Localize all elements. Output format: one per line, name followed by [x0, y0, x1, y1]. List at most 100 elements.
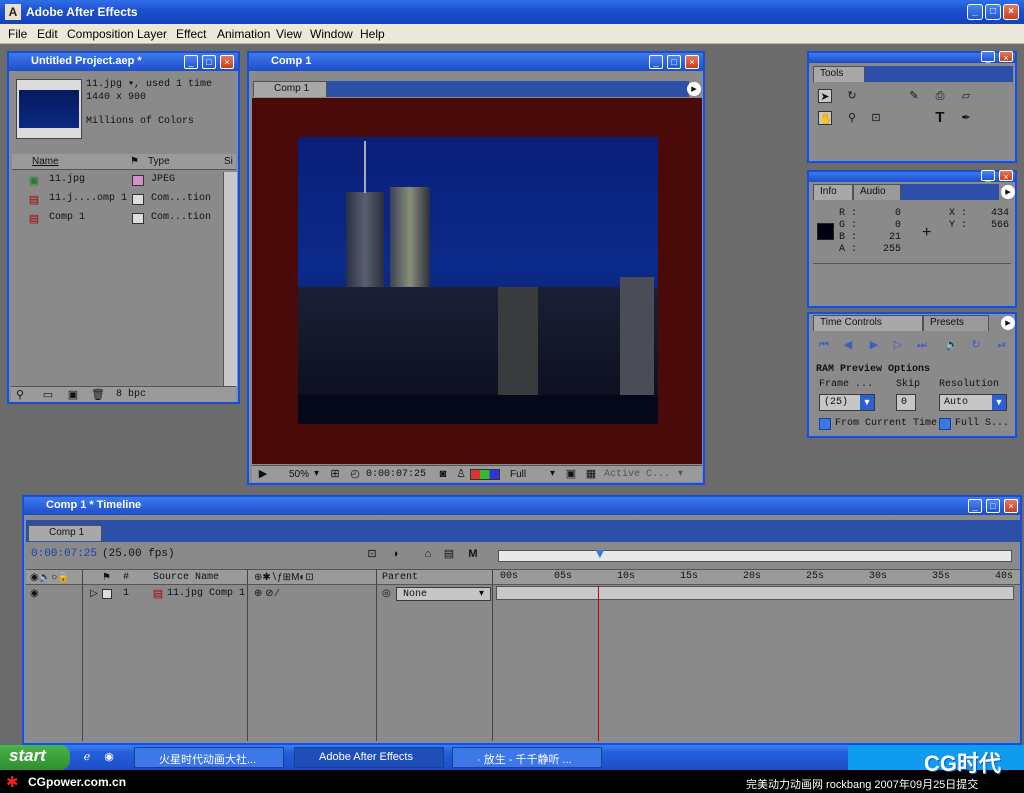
- current-time-indicator[interactable]: ▼: [593, 546, 607, 565]
- hand-tool-icon[interactable]: ✋: [818, 111, 833, 125]
- next-frame-icon[interactable]: ▷: [891, 338, 905, 352]
- resolution-preview-dropdown[interactable]: Auto ▼: [939, 394, 1007, 411]
- parent-dropdown[interactable]: None ▾: [396, 587, 491, 601]
- menu-effect[interactable]: Effect: [176, 27, 206, 41]
- motion-blur-icon[interactable]: M: [466, 547, 480, 561]
- project-list-item[interactable]: ▤ 11.j....omp 1 Com...tion: [12, 191, 222, 208]
- project-list-item[interactable]: ▣ 11.jpg JPEG: [12, 172, 222, 189]
- draft-3d-icon[interactable]: ⌂: [421, 547, 435, 561]
- timeline-current-time[interactable]: 0:00:07:25: [31, 548, 97, 560]
- presets-tab[interactable]: Presets: [923, 315, 989, 331]
- menu-help[interactable]: Help: [360, 27, 385, 41]
- start-button[interactable]: start: [0, 745, 70, 770]
- header-size[interactable]: Si: [224, 156, 233, 167]
- menu-view[interactable]: View: [276, 27, 302, 41]
- rotation-tool-icon[interactable]: ↻: [845, 89, 859, 103]
- menu-window[interactable]: Window: [310, 27, 353, 41]
- clone-stamp-tool-icon[interactable]: ⎙: [933, 89, 947, 103]
- timeline-close-button[interactable]: ×: [1004, 499, 1018, 513]
- bpc-label[interactable]: 8 bpc: [116, 389, 146, 400]
- resolution-dropdown[interactable]: Full: [510, 469, 526, 480]
- panel-menu-icon[interactable]: ▸: [687, 82, 701, 96]
- info-minimize-button[interactable]: _: [981, 170, 995, 182]
- frame-blending-icon[interactable]: ▤: [442, 547, 456, 561]
- comp-close-button[interactable]: ×: [685, 55, 699, 69]
- comp-flowchart-icon[interactable]: ⊡: [365, 547, 379, 561]
- full-screen-checkbox[interactable]: [939, 418, 951, 430]
- pick-whip-icon[interactable]: ◎: [382, 588, 391, 599]
- region-of-interest-icon[interactable]: ▣: [564, 467, 578, 481]
- panel-menu-icon[interactable]: ▸: [1001, 316, 1015, 330]
- minimize-button[interactable]: _: [967, 4, 983, 20]
- project-minimize-button[interactable]: _: [184, 55, 198, 69]
- find-icon[interactable]: ⚲: [13, 388, 27, 402]
- comp-tab[interactable]: Comp 1: [253, 81, 327, 97]
- menu-animation[interactable]: Animation: [217, 27, 270, 41]
- ie-icon[interactable]: ℯ: [80, 750, 94, 764]
- new-folder-icon[interactable]: ▭: [41, 388, 55, 402]
- skip-field[interactable]: 0: [896, 394, 916, 411]
- quicklaunch-icon[interactable]: ◉: [102, 750, 116, 764]
- playhead-line[interactable]: [598, 586, 599, 741]
- project-maximize-button[interactable]: □: [202, 55, 216, 69]
- snapshot-icon[interactable]: ◙: [436, 467, 450, 481]
- ram-preview-icon[interactable]: ⏯: [995, 338, 1009, 352]
- comp-minimize-button[interactable]: _: [649, 55, 663, 69]
- layer-duration-bar[interactable]: [496, 586, 1014, 600]
- transparency-grid-icon[interactable]: ▦: [584, 467, 598, 481]
- layer-switches[interactable]: ⊕ ⊘ ∕: [254, 588, 278, 599]
- timeline-minimize-button[interactable]: _: [968, 499, 982, 513]
- zoom-dropdown[interactable]: 50%: [289, 469, 309, 480]
- layer-name[interactable]: 11.jpg Comp 1: [167, 588, 245, 599]
- column-divider[interactable]: [82, 569, 83, 741]
- text-tool-icon[interactable]: T: [933, 110, 947, 125]
- new-comp-icon[interactable]: ▣: [66, 388, 80, 402]
- menu-layer[interactable]: Layer: [137, 27, 167, 41]
- last-frame-icon[interactable]: ⏭: [915, 338, 929, 352]
- header-type[interactable]: Type: [148, 156, 170, 167]
- menu-file[interactable]: File: [8, 27, 27, 41]
- trash-icon[interactable]: 🗑: [91, 388, 105, 402]
- comp-maximize-button[interactable]: □: [667, 55, 681, 69]
- work-area-bar[interactable]: [498, 550, 1012, 562]
- time-ruler[interactable]: 00s 05s 10s 15s 20s 25s 30s 35s 40s: [496, 569, 1014, 585]
- audio-tab[interactable]: Audio: [853, 184, 901, 200]
- always-preview-icon[interactable]: ▶: [256, 467, 270, 481]
- taskbar-item[interactable]: 火星时代动画大社...: [134, 747, 284, 768]
- menu-composition[interactable]: Composition: [67, 27, 134, 41]
- maximize-button[interactable]: □: [985, 4, 1001, 20]
- expand-triangle-icon[interactable]: ▷: [90, 588, 98, 599]
- column-divider[interactable]: [376, 569, 377, 741]
- audio-icon[interactable]: 🔈: [945, 338, 959, 352]
- project-list-item[interactable]: ▤ Comp 1 Com...tion: [12, 210, 222, 227]
- eraser-tool-icon[interactable]: ▱: [959, 89, 973, 103]
- close-button[interactable]: ×: [1003, 4, 1019, 20]
- eye-icon[interactable]: ◉: [30, 588, 39, 599]
- play-icon[interactable]: ▶: [867, 338, 881, 352]
- camera-dropdown[interactable]: Active C...: [604, 469, 670, 480]
- selection-tool-icon[interactable]: ➤: [818, 89, 832, 103]
- taskbar-item-after-effects[interactable]: Adobe After Effects: [294, 747, 444, 768]
- info-tab[interactable]: Info: [813, 184, 853, 200]
- orbit-camera-tool-icon[interactable]: ⊡: [869, 111, 883, 125]
- column-divider[interactable]: [492, 569, 493, 741]
- menu-edit[interactable]: Edit: [37, 27, 58, 41]
- info-close-button[interactable]: ×: [999, 170, 1013, 182]
- show-snapshot-icon[interactable]: ♙: [454, 467, 468, 481]
- column-divider[interactable]: [247, 569, 248, 741]
- header-name[interactable]: Name: [32, 156, 59, 167]
- first-frame-icon[interactable]: ⏮: [817, 338, 831, 352]
- previous-frame-icon[interactable]: ◀: [841, 338, 855, 352]
- loop-icon[interactable]: ↻: [969, 338, 983, 352]
- source-name-header[interactable]: Source Name: [153, 572, 219, 583]
- tools-minimize-button[interactable]: _: [981, 51, 995, 63]
- time-controls-tab[interactable]: Time Controls: [813, 315, 923, 331]
- panel-menu-icon[interactable]: ▸: [1001, 185, 1015, 199]
- taskbar-item[interactable]: · 放生 - 千千静听 ...: [452, 747, 602, 768]
- frame-rate-dropdown[interactable]: (25) ▼: [819, 394, 875, 411]
- timeline-maximize-button[interactable]: □: [986, 499, 1000, 513]
- channel-rgb-icon[interactable]: [470, 469, 500, 480]
- grid-icon[interactable]: ⊞: [328, 467, 342, 481]
- brush-tool-icon[interactable]: ✎: [907, 89, 921, 103]
- comp-viewer[interactable]: [252, 98, 702, 464]
